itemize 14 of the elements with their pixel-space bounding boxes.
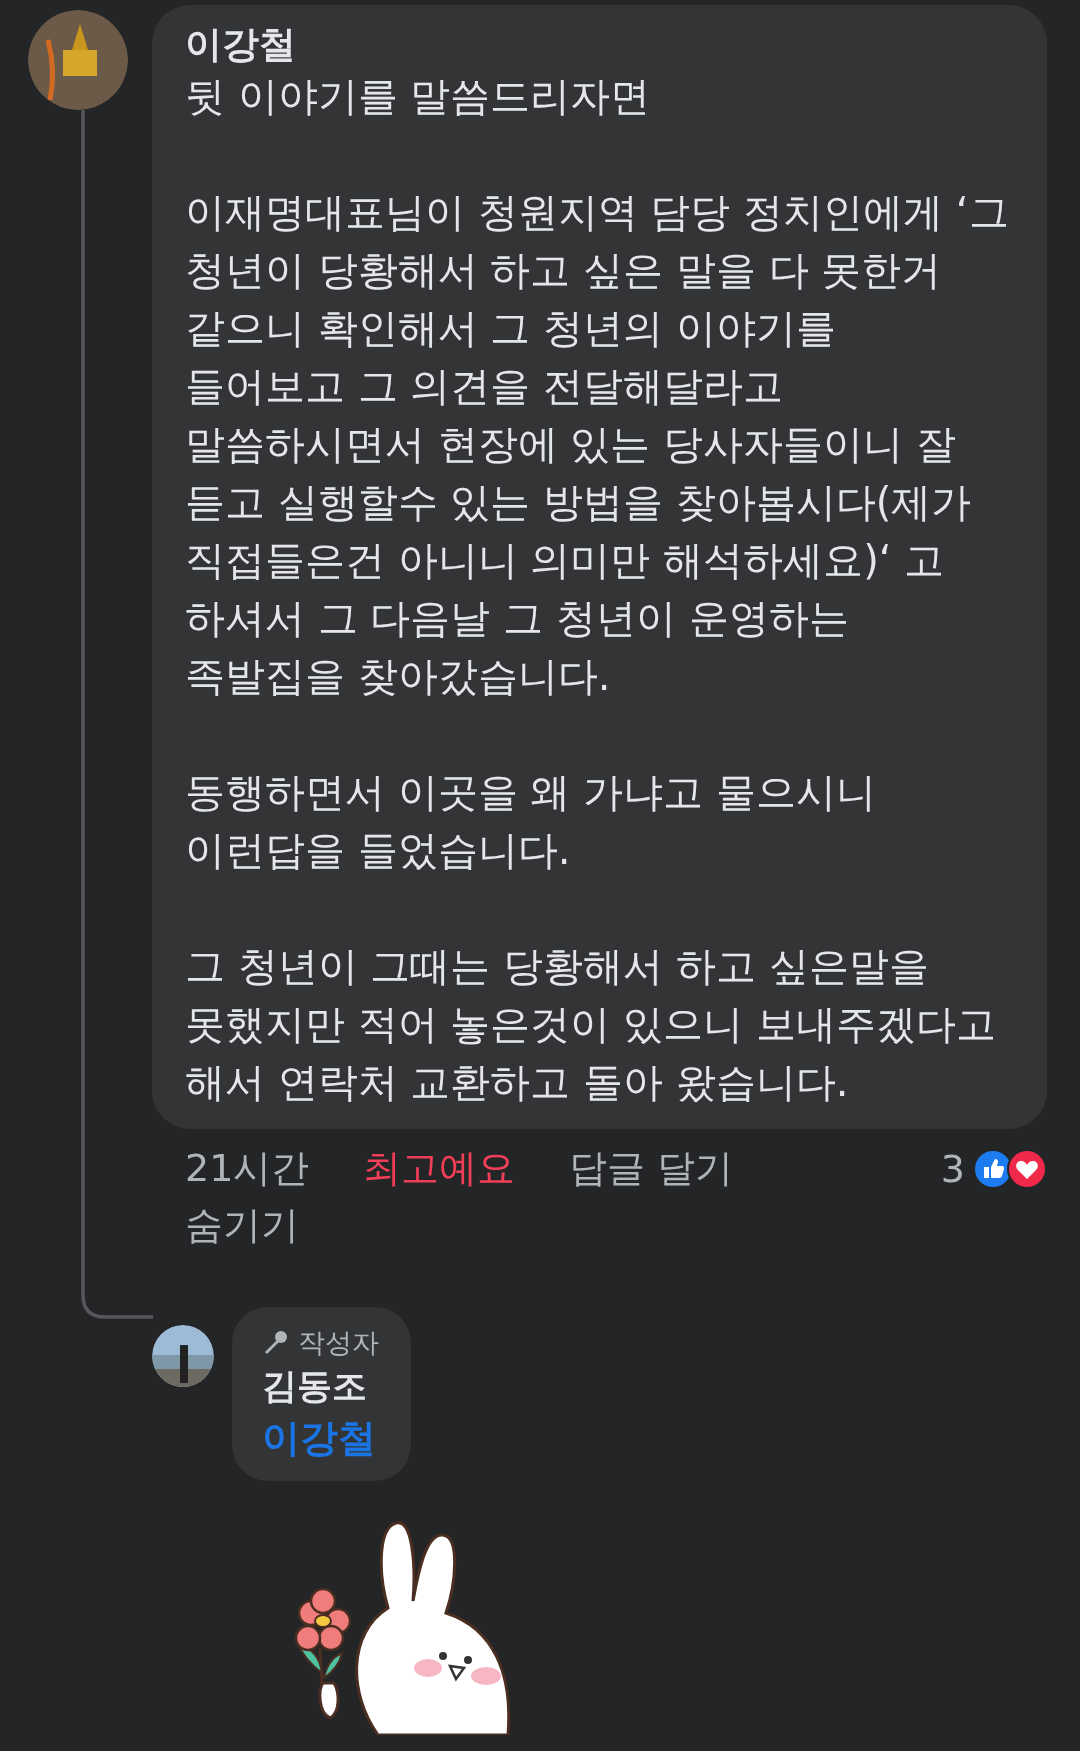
comment-paragraph: 뒷 이야기를 말씀드리자면 <box>185 72 651 121</box>
reply-button[interactable]: 답글 달기 <box>569 1143 734 1194</box>
comment-paragraph: 이재명대표님이 청원지역 담당 정치인에게 ‘그 청년이 당황해서 하고 싶은 말을 다 못한거 같으니 확인해서 그 청년의 이야기를 들어보고 그 의견을 전달해달라고 말씀하시면서 현장에 있는 당사자들이니 잘 듣고 실행할수 있는 방법을 찾아봅시다(제가 직접들은건 아니니 의미만 해석하세요)‘ 고 하셔서 그 다음날 그 청년이 운영하는 족발집을 찾아갔습니다. <box>185 188 1009 701</box>
hide-button[interactable]: 숨기기 <box>185 1200 299 1251</box>
comment-time[interactable]: 21시간 <box>185 1143 310 1194</box>
avatar-photo[interactable] <box>28 10 128 110</box>
comment-paragraph: 그 청년이 그때는 당황해서 하고 싶은말을 못했지만 적어 놓은것이 있으니 보내주겠다고 해서 연락처 교환하고 돌아 왔습니다. <box>185 942 996 1107</box>
love-reaction-icon <box>1007 1148 1047 1189</box>
reaction-count[interactable]: 3 <box>940 1146 965 1191</box>
author-label: 작성자 <box>298 1326 379 1360</box>
comment-paragraph: 동행하면서 이곳을 왜 가냐고 물으시니 이런답을 들었습니다. <box>185 768 876 875</box>
reply-author[interactable]: 김동조 <box>262 1361 367 1411</box>
reaction-button[interactable]: 최고예요 <box>363 1143 516 1194</box>
comment-author[interactable]: 이강철 <box>185 23 296 67</box>
